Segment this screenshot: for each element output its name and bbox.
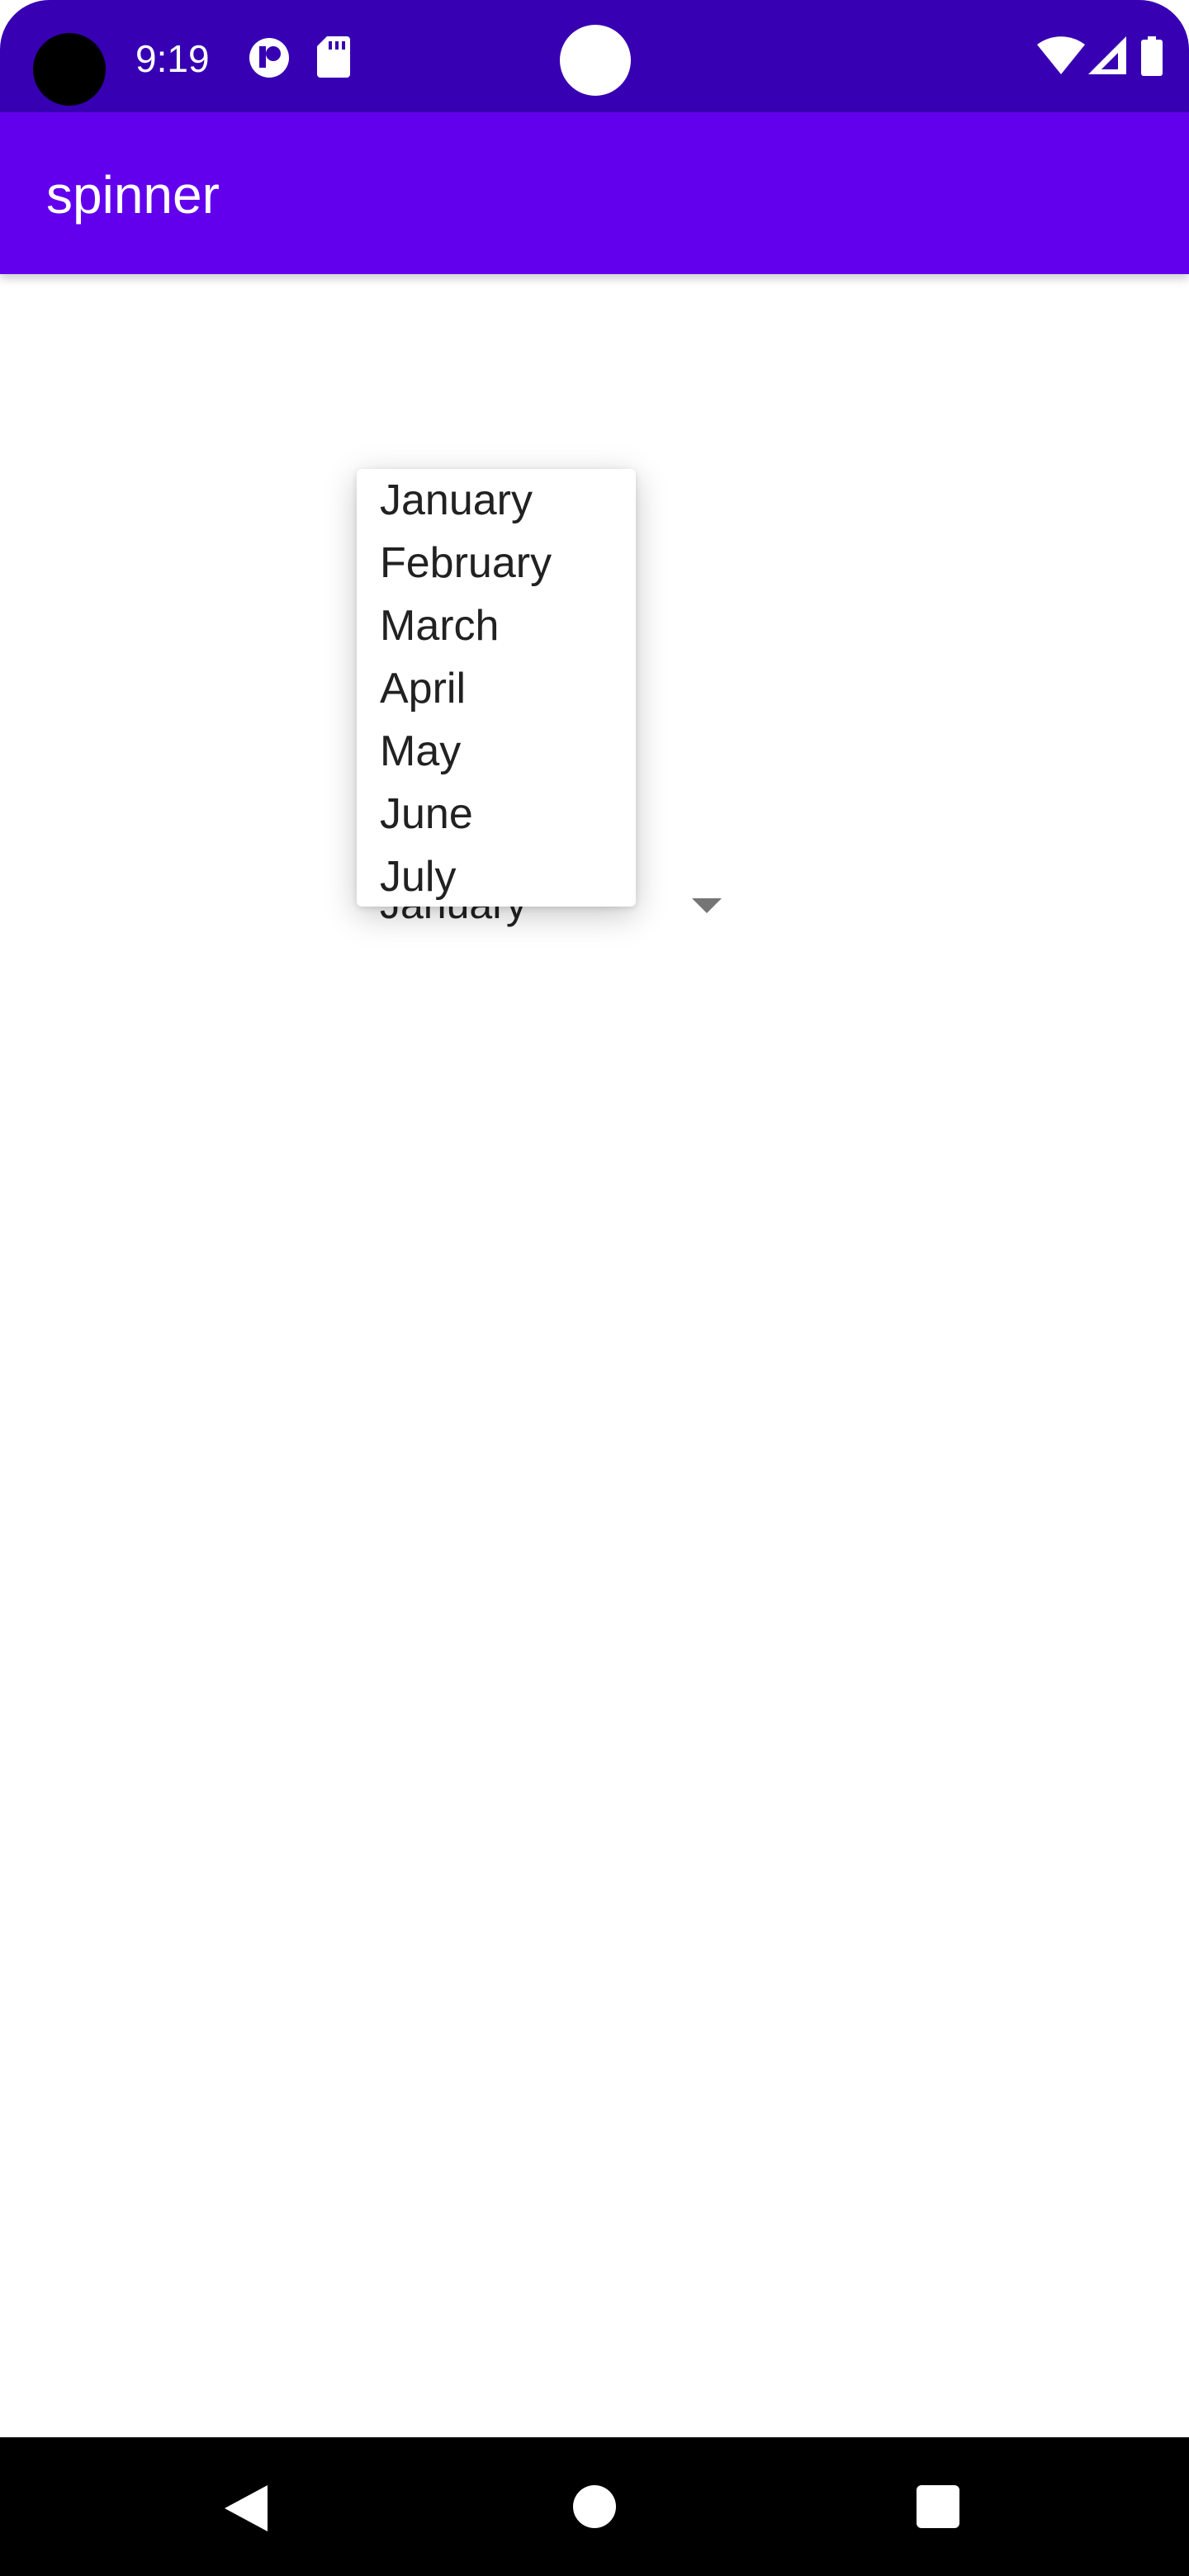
notification-app-icon <box>249 38 289 78</box>
dropdown-item-july[interactable]: July <box>357 845 636 907</box>
home-icon[interactable] <box>573 2485 616 2528</box>
app-bar: spinner <box>0 112 1189 274</box>
camera-cutout-icon <box>33 33 106 106</box>
dropdown-item-may[interactable]: May <box>357 720 636 783</box>
sd-card-icon <box>317 36 350 78</box>
signal-icon <box>1088 36 1126 74</box>
status-bar: 9:19 <box>0 0 1189 112</box>
recents-icon[interactable] <box>917 2485 959 2528</box>
dropdown-arrow-icon <box>692 898 722 913</box>
dropdown-item-april[interactable]: April <box>357 657 636 720</box>
center-dot-icon <box>560 25 631 96</box>
dropdown-item-june[interactable]: June <box>357 783 636 845</box>
navigation-bar <box>0 2437 1189 2576</box>
dropdown-list: January February March April May June Ju… <box>357 469 636 907</box>
spinner-dropdown-popup[interactable]: January February March April May June Ju… <box>357 469 636 907</box>
wifi-icon <box>1037 36 1085 74</box>
dropdown-item-january[interactable]: January <box>357 469 636 532</box>
dropdown-item-march[interactable]: March <box>357 594 636 657</box>
battery-icon <box>1141 36 1163 76</box>
dropdown-item-february[interactable]: February <box>357 532 636 594</box>
status-time: 9:19 <box>135 37 210 80</box>
back-icon[interactable] <box>225 2485 268 2531</box>
screen: 9:19 spinner January February March Apri… <box>0 0 1189 2576</box>
app-title: spinner <box>46 165 220 225</box>
